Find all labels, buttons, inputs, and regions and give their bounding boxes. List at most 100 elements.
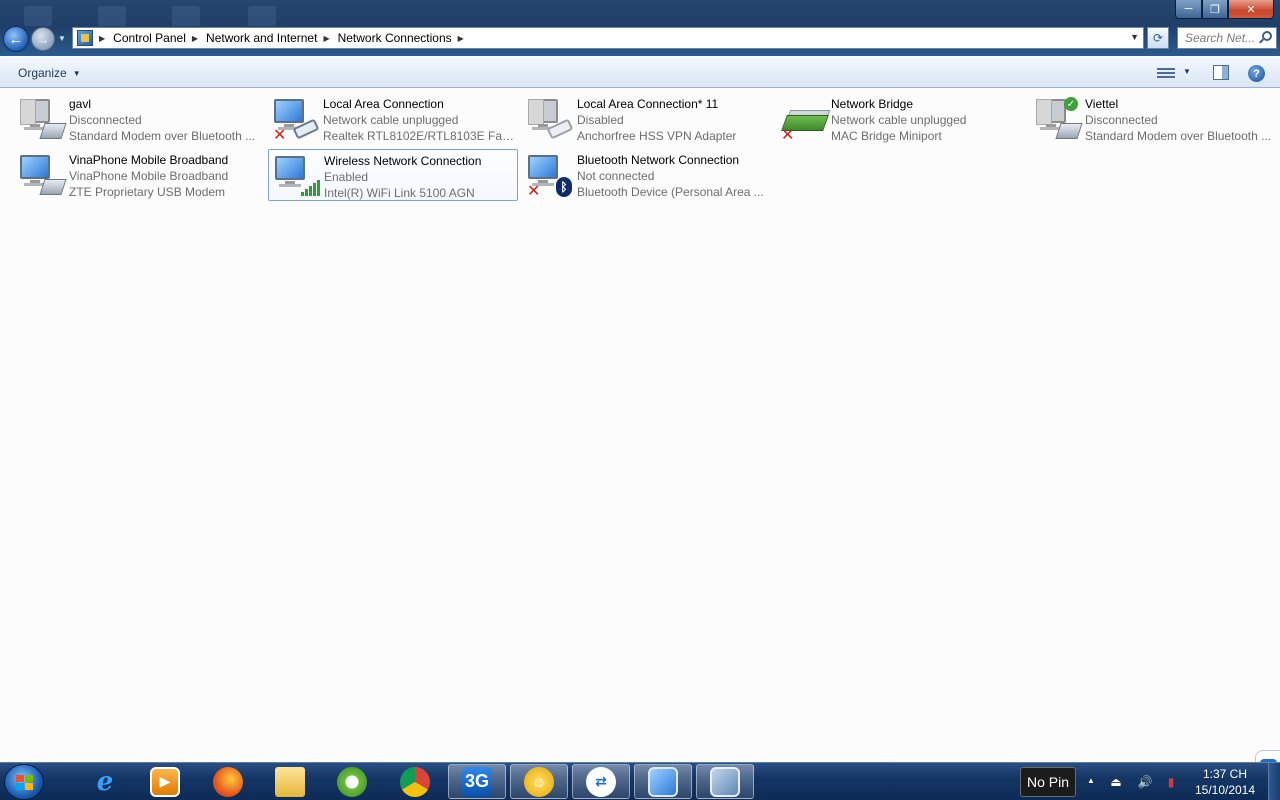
connection-device: Intel(R) WiFi Link 5100 AGN [324,186,475,200]
chevron-right-icon[interactable]: ▶ [192,34,198,43]
preview-pane-icon[interactable] [1213,65,1229,80]
recent-pages-dropdown-icon[interactable]: ▼ [58,34,66,43]
network-center-icon [648,766,678,797]
connection-name: gavl [69,97,92,111]
connection-item-local-area-connection[interactable]: ✕ Local Area Connection Network cable un… [268,93,518,145]
connection-status: Not connected [577,169,655,183]
firefox-icon [213,766,243,797]
connection-item-network-bridge[interactable]: ✕ Network Bridge Network cable unplugged… [776,93,1026,145]
close-button[interactable]: ✕ [1228,0,1274,19]
connection-status: Disconnected [1085,113,1158,127]
view-options-dropdown-icon[interactable]: ▼ [1183,67,1191,76]
connection-item-wireless-network-connection[interactable]: Wireless Network Connection Enabled Inte… [268,149,518,201]
connection-name: Bluetooth Network Connection [577,153,740,167]
file-explorer-icon [275,766,305,797]
nopin-indicator[interactable]: No Pin [1020,767,1076,797]
3g-connect-icon: 3G [462,766,492,797]
connection-name: Wireless Network Connection [324,154,482,168]
connection-name: Local Area Connection [323,97,444,111]
address-history-dropdown-icon[interactable]: ▼ [1130,32,1139,42]
taskbar-network-connections[interactable] [696,764,754,799]
command-bar: Organize ▼ ▼ ? [0,56,1280,88]
breadcrumb-network-and-internet[interactable]: Network and Internet [206,31,317,45]
system-clock[interactable]: 1:37 CH 15/10/2014 [1190,766,1260,798]
error-x-icon: ✕ [273,127,287,144]
window-controls: ─ ❐ ✕ [1175,0,1274,20]
show-hidden-icons-icon[interactable]: ▲ [1087,776,1095,785]
taskbar-file-explorer[interactable] [261,764,319,799]
titlebar-background-ghost [98,6,126,26]
help-icon[interactable]: ? [1248,65,1265,82]
maximize-button[interactable]: ❐ [1202,0,1228,19]
address-bar[interactable]: ▶ Control Panel ▶ Network and Internet ▶… [72,27,1144,49]
clock-time: 1:37 CH [1202,767,1248,781]
clock-date: 15/10/2014 [1194,783,1256,797]
taskbar-network-center[interactable] [634,764,692,799]
window-titlebar: ─ ❐ ✕ ← → ▼ ▶ Control Panel ▶ Network an… [0,0,1280,56]
connection-device: Anchorfree HSS VPN Adapter [577,129,737,143]
taskbar-chat[interactable]: ☺ [510,764,568,799]
network-connections-icon [710,766,740,797]
safely-remove-hardware-icon[interactable]: ⏏ [1108,774,1124,790]
connection-device: Realtek RTL8102E/RTL8103E Famil... [323,129,518,143]
taskbar-internet-explorer[interactable]: e [76,764,134,799]
change-view-icon[interactable] [1157,66,1175,80]
connection-status: Network cable unplugged [831,113,967,127]
organize-label: Organize [18,66,67,80]
connection-status: VinaPhone Mobile Broadband [69,169,229,183]
network-status-icon[interactable]: ▮ [1163,774,1179,790]
chevron-right-icon[interactable]: ▶ [458,34,464,43]
connection-device: MAC Bridge Miniport [831,129,942,143]
taskbar-teamviewer[interactable]: ⇄ [572,764,630,799]
chevron-right-icon[interactable]: ▶ [323,34,329,43]
connection-item-local-area-connection-11[interactable]: Local Area Connection* 11 Disabled Ancho… [522,93,772,145]
search-icon[interactable] [1262,31,1272,41]
connection-device: ZTE Proprietary USB Modem [69,185,226,199]
wireless-connection-icon [273,154,321,200]
show-desktop-button[interactable] [1268,763,1280,800]
modem-connection-icon: ✓ [1034,97,1083,143]
connection-status: Disabled [577,113,624,127]
volume-icon[interactable]: 🔊 [1137,774,1153,790]
connection-item-vinaphone-mobile-broadband[interactable]: VinaPhone Mobile Broadband VinaPhone Mob… [14,149,264,201]
titlebar-background-ghost [248,6,276,26]
refresh-button[interactable]: ⟳ [1147,27,1169,49]
taskbar-3g-connect[interactable]: 3G [448,764,506,799]
connection-item-bluetooth-network-connection[interactable]: ᛒ ✕ Bluetooth Network Connection Not con… [522,149,772,201]
taskbar-coccoc[interactable] [323,764,381,799]
control-panel-icon [77,30,93,46]
chevron-down-icon: ▼ [72,68,81,78]
search-input[interactable]: Search Net... [1177,27,1277,49]
signal-strength-icon [301,180,321,196]
teamviewer-icon: ⇄ [586,766,616,797]
connection-item-viettel[interactable]: ✓ Viettel Disconnected Standard Modem ov… [1030,93,1280,145]
search-placeholder: Search Net... [1185,31,1256,45]
taskbar-firefox[interactable] [199,764,257,799]
taskbar-chrome[interactable] [386,764,444,799]
coccoc-icon [337,766,367,797]
breadcrumb-network-connections[interactable]: Network Connections [338,31,452,45]
breadcrumb-control-panel[interactable]: Control Panel [113,31,186,45]
bluetooth-connection-icon: ᛒ ✕ [526,153,574,200]
taskbar-media-player[interactable]: ▶ [136,764,194,799]
minimize-button[interactable]: ─ [1175,0,1202,19]
default-connection-check-icon: ✓ [1064,97,1078,111]
back-button[interactable]: ← [3,26,29,52]
connections-list: gavl Disconnected Standard Modem over Bl… [0,88,1280,800]
connection-item-gavl[interactable]: gavl Disconnected Standard Modem over Bl… [14,93,264,145]
connection-device: Standard Modem over Bluetooth ... [69,129,256,143]
forward-button[interactable]: → [31,27,55,51]
connection-device: Bluetooth Device (Personal Area ... [577,185,764,199]
organize-menu-button[interactable]: Organize ▼ [12,64,87,82]
connection-name: Network Bridge [831,97,914,111]
titlebar-background-ghost [172,6,200,26]
chevron-right-icon[interactable]: ▶ [99,34,105,43]
connection-status: Enabled [324,170,369,184]
mobile-broadband-icon [18,153,67,199]
connection-name: Local Area Connection* 11 [577,97,719,111]
connection-name: Viettel [1085,97,1119,111]
windows-logo-icon [16,775,34,791]
bluetooth-icon: ᛒ [556,177,572,197]
start-button[interactable] [4,764,44,800]
error-x-icon: ✕ [781,127,795,144]
